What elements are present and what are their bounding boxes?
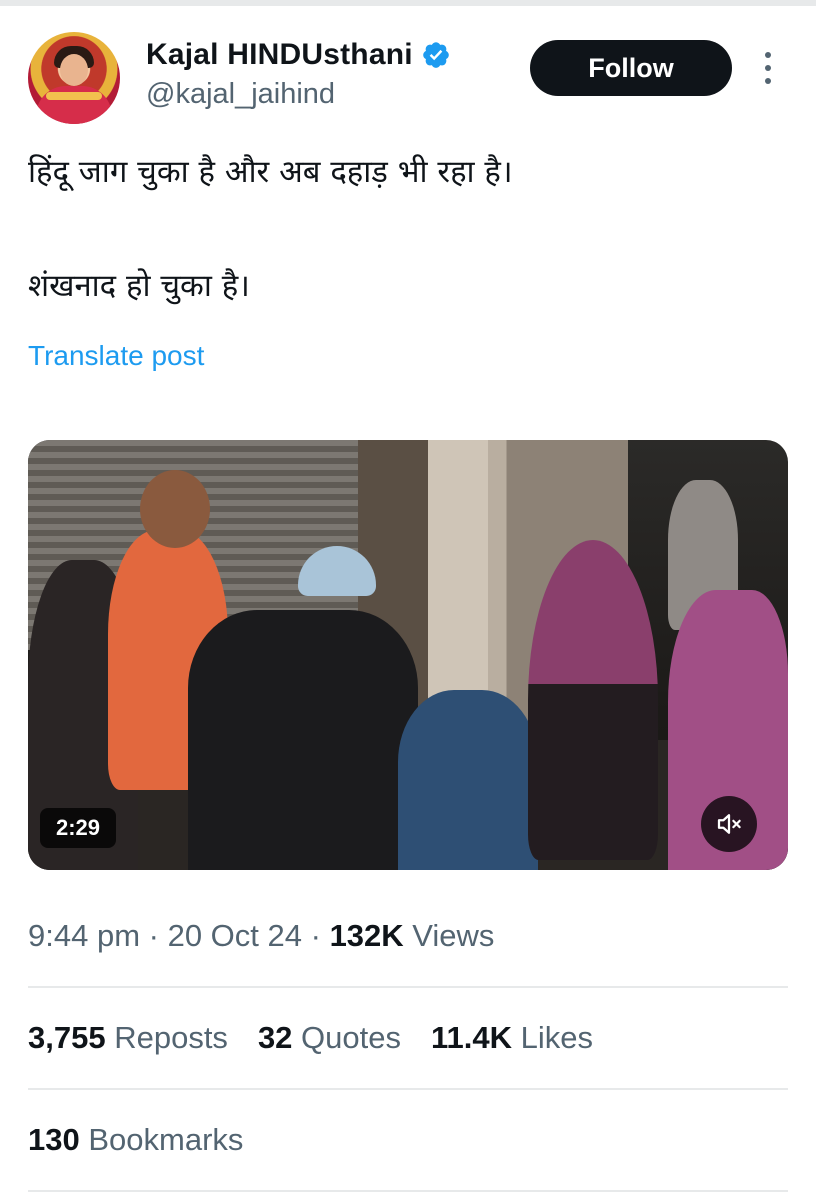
post-meta: 9:44 pm · 20 Oct 24 · 132K Views	[28, 918, 494, 954]
post-date: 20 Oct 24	[167, 918, 302, 953]
likes-label: Likes	[520, 1020, 594, 1055]
divider	[28, 1190, 788, 1192]
video-scene-person-head	[140, 470, 210, 548]
divider	[28, 1088, 788, 1090]
speaker-icon	[717, 814, 741, 834]
video-scene-person	[398, 690, 538, 870]
bookmarks-stat[interactable]: 130 Bookmarks	[28, 1122, 243, 1158]
likes-count: 11.4K	[431, 1020, 513, 1055]
video-scene-pillar	[428, 440, 488, 700]
author-name-row[interactable]: Kajal HINDUsthani	[146, 38, 451, 72]
author-handle[interactable]: @kajal_jaihind	[146, 78, 335, 111]
quotes-label: Quotes	[301, 1020, 401, 1055]
video-scene-person	[188, 610, 418, 870]
reposts-count: 3,755	[28, 1020, 106, 1055]
more-dot	[765, 52, 771, 58]
post-text-line-1: हिंदू जाग चुका है और अब दहाड़ भी रहा है।	[28, 154, 513, 190]
quotes-count: 32	[257, 1020, 293, 1055]
verified-badge-icon	[422, 42, 449, 68]
more-dot	[765, 65, 771, 71]
bookmarks-label: Bookmarks	[88, 1122, 244, 1157]
video-scene-person	[528, 540, 658, 860]
meta-separator: ·	[148, 918, 168, 953]
display-name[interactable]: Kajal HINDUsthani	[146, 38, 413, 72]
reposts-stat[interactable]: 3,755 Reposts	[28, 1020, 228, 1056]
likes-stat[interactable]: 11.4K Likes	[431, 1020, 593, 1056]
post-text-line-2: शंखनाद हो चुका है।	[28, 268, 250, 304]
top-border	[0, 0, 816, 6]
bookmarks-count: 130	[28, 1122, 80, 1157]
video-duration-badge: 2:29	[40, 808, 116, 848]
engagement-stats: 3,755 Reposts 32 Quotes 11.4K Likes	[28, 1020, 593, 1056]
avatar-face	[60, 54, 88, 86]
divider	[28, 986, 788, 988]
more-dot	[765, 78, 771, 84]
reposts-label: Reposts	[114, 1020, 228, 1055]
more-vertical-icon[interactable]	[756, 50, 780, 86]
avatar-trim	[46, 92, 102, 100]
views-label: Views	[412, 918, 495, 953]
post-time: 9:44 pm	[28, 918, 141, 953]
meta-separator: ·	[310, 918, 330, 953]
views-count: 132K	[329, 918, 404, 953]
follow-button[interactable]: Follow	[530, 40, 732, 96]
translate-post-link[interactable]: Translate post	[28, 340, 204, 372]
video-player[interactable]: 2:29	[28, 440, 788, 870]
avatar[interactable]	[28, 32, 120, 124]
volume-muted-icon[interactable]	[701, 796, 757, 852]
quotes-stat[interactable]: 32 Quotes	[258, 1020, 401, 1056]
